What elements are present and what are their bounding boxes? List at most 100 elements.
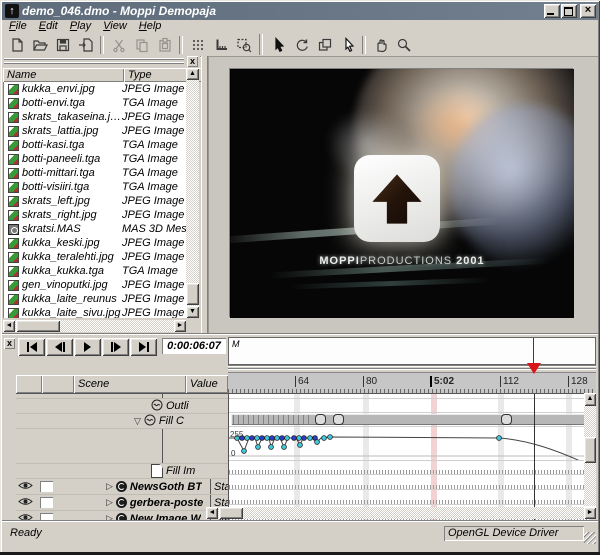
- eye-icon[interactable]: [17, 497, 33, 509]
- file-list-vscrollbar[interactable]: ▲ ▼: [186, 68, 199, 318]
- step-back-button[interactable]: [46, 338, 73, 356]
- playhead-marker[interactable]: [527, 363, 541, 374]
- zoom-button[interactable]: [392, 34, 415, 55]
- keyframe-dot[interactable]: [279, 435, 285, 441]
- render-viewport[interactable]: MOPPIPRODUCTIONS 2001: [230, 69, 574, 318]
- track-row-new-image-w[interactable]: ▷ New Image W Start:864 Len:47: [16, 511, 228, 520]
- value-column-header[interactable]: Value: [186, 375, 228, 393]
- keyframe-dot[interactable]: [301, 435, 307, 441]
- panel-splitter[interactable]: [201, 56, 208, 334]
- file-row[interactable]: skrats_left.jpg JPEG Image: [4, 194, 187, 208]
- expand-icon[interactable]: ▷: [106, 513, 113, 520]
- keyframe-dot[interactable]: [327, 434, 333, 440]
- scroll-up-button[interactable]: ▲: [584, 393, 596, 406]
- visibility-column-header[interactable]: [16, 375, 42, 393]
- save-file-button[interactable]: [51, 34, 74, 55]
- file-row[interactable]: kukka_keski.jpg JPEG Image: [4, 236, 187, 250]
- go-start-button[interactable]: [18, 338, 45, 356]
- keyframe-dot[interactable]: [296, 435, 302, 441]
- clip-key-marker[interactable]: [501, 414, 512, 425]
- track-row-fill-c[interactable]: ▽ Fill C R255 G255 B2: [16, 414, 228, 429]
- resize-grip[interactable]: [584, 532, 596, 544]
- timeline-hscrollbar[interactable]: ◄ ►: [206, 507, 596, 519]
- keyframe-dot[interactable]: [264, 435, 270, 441]
- timeline-ruler[interactable]: 64 80 5:02 112 128: [228, 372, 596, 394]
- move-layer-button[interactable]: [313, 34, 336, 55]
- pick-arrow-button[interactable]: [336, 34, 359, 55]
- track-lane[interactable]: [229, 398, 589, 413]
- snap-ruler-button[interactable]: [209, 34, 232, 55]
- file-row[interactable]: kukka_laite_reunus JPEG Image: [4, 292, 187, 306]
- scroll-left-button[interactable]: ◄: [3, 320, 15, 332]
- file-panel-close-icon[interactable]: x: [187, 56, 198, 67]
- track-row-gerbera-poste[interactable]: ▷ gerbera-poste Start:832 Len:79: [16, 495, 228, 511]
- clip-key-marker[interactable]: [333, 414, 344, 425]
- keyframe-dot[interactable]: [255, 444, 261, 450]
- file-row[interactable]: kukka_kukka.tga TGA Image: [4, 264, 187, 278]
- expand-icon[interactable]: ▷: [106, 497, 113, 508]
- lock-checkbox[interactable]: [39, 513, 53, 520]
- curve-editor[interactable]: 255 0: [229, 426, 589, 461]
- eye-icon[interactable]: [17, 481, 33, 493]
- menu-view[interactable]: View: [98, 20, 132, 33]
- keyframe-dot[interactable]: [496, 435, 502, 441]
- track-lane[interactable]: [229, 489, 589, 505]
- track-row-outli[interactable]: Outli R255 G255 B2: [16, 399, 228, 414]
- file-row[interactable]: botti-visiiri.tga TGA Image: [4, 180, 187, 194]
- select-arrow-button[interactable]: [267, 34, 290, 55]
- keyframe-dot[interactable]: [254, 435, 260, 441]
- keyframe-dot[interactable]: [241, 448, 247, 454]
- file-row[interactable]: botti-paneeli.tga TGA Image: [4, 152, 187, 166]
- keyframe-dot[interactable]: [269, 435, 275, 441]
- clip-bar[interactable]: [231, 414, 585, 425]
- track-lane[interactable]: [229, 474, 589, 490]
- scroll-thumb[interactable]: [584, 437, 596, 463]
- clip-track[interactable]: [229, 412, 589, 427]
- file-row[interactable]: botti-mittari.tga TGA Image: [4, 166, 187, 180]
- file-row[interactable]: kukka_envi.jpg JPEG Image: [4, 82, 187, 96]
- close-button[interactable]: ×: [580, 4, 596, 18]
- keyframe-dot[interactable]: [268, 444, 274, 450]
- step-forward-button[interactable]: [102, 338, 129, 356]
- keyframe-dot[interactable]: [321, 435, 327, 441]
- new-file-button[interactable]: [5, 34, 28, 55]
- scroll-thumb[interactable]: [16, 320, 60, 332]
- scroll-left-button[interactable]: ◄: [206, 507, 218, 519]
- scroll-thumb[interactable]: [219, 507, 243, 519]
- file-row[interactable]: skrats_right.jpg JPEG Image: [4, 208, 187, 222]
- file-row[interactable]: skratsi.MAS MAS 3D Mesh: [4, 222, 187, 236]
- menu-play[interactable]: Play: [65, 20, 96, 33]
- keyframe-dot[interactable]: [274, 435, 280, 441]
- column-header-name[interactable]: Name: [3, 68, 124, 82]
- time-display[interactable]: 0:00:06:07: [162, 338, 226, 354]
- clip-key-marker[interactable]: [315, 414, 326, 425]
- expand-icon[interactable]: ▷: [106, 481, 113, 492]
- keyframe-dot[interactable]: [259, 435, 265, 441]
- file-row[interactable]: kukka_teralehti.jpg JPEG Image: [4, 250, 187, 264]
- play-button[interactable]: [74, 338, 101, 356]
- file-row[interactable]: skrats_lattia.jpg JPEG Image: [4, 124, 187, 138]
- track-timeline-view[interactable]: 255 0: [228, 393, 589, 520]
- grid-button[interactable]: [186, 34, 209, 55]
- menu-edit[interactable]: Edit: [34, 20, 63, 33]
- lock-column-header[interactable]: [42, 375, 74, 393]
- scroll-thumb[interactable]: [186, 283, 199, 305]
- panel-grip[interactable]: [4, 58, 184, 66]
- hand-button[interactable]: [369, 34, 392, 55]
- menu-file[interactable]: File: [4, 20, 32, 33]
- scroll-right-button[interactable]: ►: [584, 507, 596, 519]
- scroll-right-button[interactable]: ►: [174, 320, 186, 332]
- keyframe-dot[interactable]: [307, 435, 313, 441]
- open-file-button[interactable]: [28, 34, 51, 55]
- timeline-vscrollbar[interactable]: ▲▼: [584, 393, 596, 519]
- menu-help[interactable]: Help: [134, 20, 167, 33]
- lock-checkbox[interactable]: [39, 497, 53, 508]
- keyframe-dot[interactable]: [314, 439, 320, 445]
- import-file-button[interactable]: [74, 34, 97, 55]
- file-row[interactable]: kukka_laite_sivu.jpg JPEG Image: [4, 306, 187, 318]
- collapse-icon[interactable]: ▽: [134, 416, 141, 427]
- timeline-panel-close-icon[interactable]: x: [4, 338, 15, 349]
- file-list-hscrollbar[interactable]: ◄ ►: [3, 320, 186, 332]
- playhead-line[interactable]: [534, 394, 535, 520]
- rotate-button[interactable]: [290, 34, 313, 55]
